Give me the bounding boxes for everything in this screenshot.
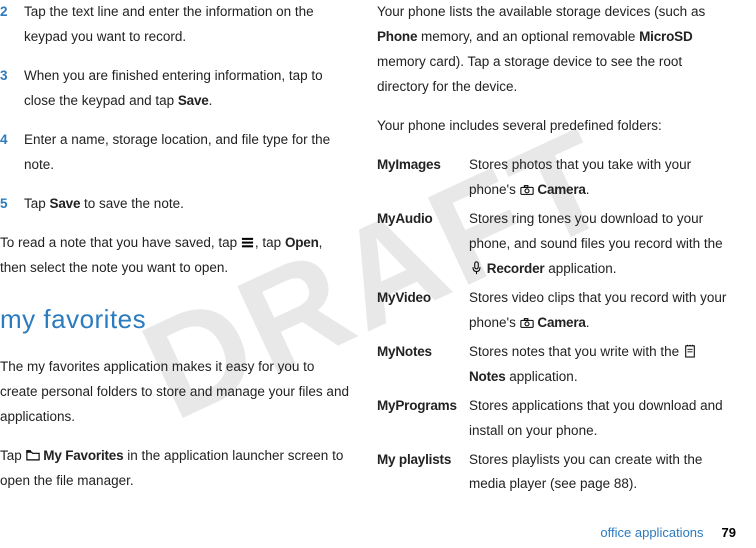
text: memory card). Tap a storage device to se…: [377, 54, 682, 94]
save-label: Save: [178, 93, 209, 108]
folder-desc: Stores playlists you can create with the…: [469, 448, 732, 502]
storage-intro: Your phone lists the available storage d…: [377, 0, 732, 100]
step-number: 4: [0, 128, 24, 178]
folder-desc: Stores ring tones you download to your p…: [469, 207, 732, 286]
step-2: 2 Tap the text line and enter the inform…: [0, 0, 349, 50]
text: , tap: [255, 235, 285, 250]
favorites-tap: Tap My Favorites in the application laun…: [0, 444, 349, 494]
folder-name: MyAudio: [377, 207, 469, 286]
text: To read a note that you have saved, tap: [0, 235, 241, 250]
favorites-intro: The my favorites application makes it ea…: [0, 355, 349, 430]
my-favorites-label: My Favorites: [43, 448, 123, 463]
folder-row-myaudio: MyAudio Stores ring tones you download t…: [377, 207, 732, 286]
camera-icon: [520, 183, 534, 197]
text: .: [209, 93, 213, 108]
folder-desc: Stores applications that you download an…: [469, 394, 732, 448]
save-label: Save: [50, 196, 81, 211]
recorder-icon: [469, 261, 483, 275]
folder-desc: Stores video clips that you record with …: [469, 286, 732, 340]
folder-name: MyImages: [377, 153, 469, 207]
step-4: 4 Enter a name, storage location, and fi…: [0, 128, 349, 178]
folder-row-myplaylists: My playlists Stores playlists you can cr…: [377, 448, 732, 502]
folder-desc: Stores notes that you write with the Not…: [469, 340, 732, 394]
folder-name: MyPrograms: [377, 394, 469, 448]
open-label: Open: [285, 235, 319, 250]
notes-icon: [683, 344, 697, 358]
step-text: Enter a name, storage location, and file…: [24, 128, 349, 178]
step-number: 5: [0, 192, 24, 217]
step-number: 3: [0, 64, 24, 114]
step-text: When you are finished entering informati…: [24, 64, 349, 114]
predefined-intro: Your phone includes several predefined f…: [377, 114, 732, 139]
text: application.: [544, 261, 616, 276]
left-column: 2 Tap the text line and enter the inform…: [0, 0, 369, 538]
read-note-para: To read a note that you have saved, tap …: [0, 231, 349, 281]
step-text: Tap the text line and enter the informat…: [24, 0, 349, 50]
folder-row-mynotes: MyNotes Stores notes that you write with…: [377, 340, 732, 394]
folder-desc: Stores photos that you take with your ph…: [469, 153, 732, 207]
text: Stores ring tones you download to your p…: [469, 211, 723, 251]
step-3: 3 When you are finished entering informa…: [0, 64, 349, 114]
camera-label: Camera: [537, 315, 585, 330]
text: When you are finished entering informati…: [24, 68, 323, 108]
folder-name: MyVideo: [377, 286, 469, 340]
folder-name: My playlists: [377, 448, 469, 502]
text: Tap: [0, 448, 26, 463]
page-content: 2 Tap the text line and enter the inform…: [0, 0, 756, 548]
text: application.: [506, 369, 578, 384]
folder-row-myprograms: MyPrograms Stores applications that you …: [377, 394, 732, 448]
notes-label: Notes: [469, 369, 506, 384]
camera-icon: [520, 316, 534, 330]
text: .: [586, 182, 590, 197]
text: .: [586, 315, 590, 330]
text: memory, and an optional removable: [417, 29, 639, 44]
recorder-label: Recorder: [487, 261, 545, 276]
camera-label: Camera: [537, 182, 585, 197]
step-text: Tap Save to save the note.: [24, 192, 349, 217]
text: to save the note.: [80, 196, 184, 211]
text: Tap: [24, 196, 50, 211]
section-heading-my-favorites: my favorites: [0, 295, 349, 343]
folder-name: MyNotes: [377, 340, 469, 394]
folder-icon: [26, 448, 40, 462]
folder-row-myvideo: MyVideo Stores video clips that you reco…: [377, 286, 732, 340]
phone-label: Phone: [377, 29, 417, 44]
step-number: 2: [0, 0, 24, 50]
text: Stores notes that you write with the: [469, 344, 683, 359]
menu-icon: [241, 235, 255, 249]
text: Your phone lists the available storage d…: [377, 4, 705, 19]
folders-table: MyImages Stores photos that you take wit…: [377, 153, 732, 502]
folder-row-myimages: MyImages Stores photos that you take wit…: [377, 153, 732, 207]
right-column: Your phone lists the available storage d…: [369, 0, 738, 538]
microsd-label: MicroSD: [639, 29, 692, 44]
step-5: 5 Tap Save to save the note.: [0, 192, 349, 217]
text: Stores video clips that you record with …: [469, 290, 726, 330]
